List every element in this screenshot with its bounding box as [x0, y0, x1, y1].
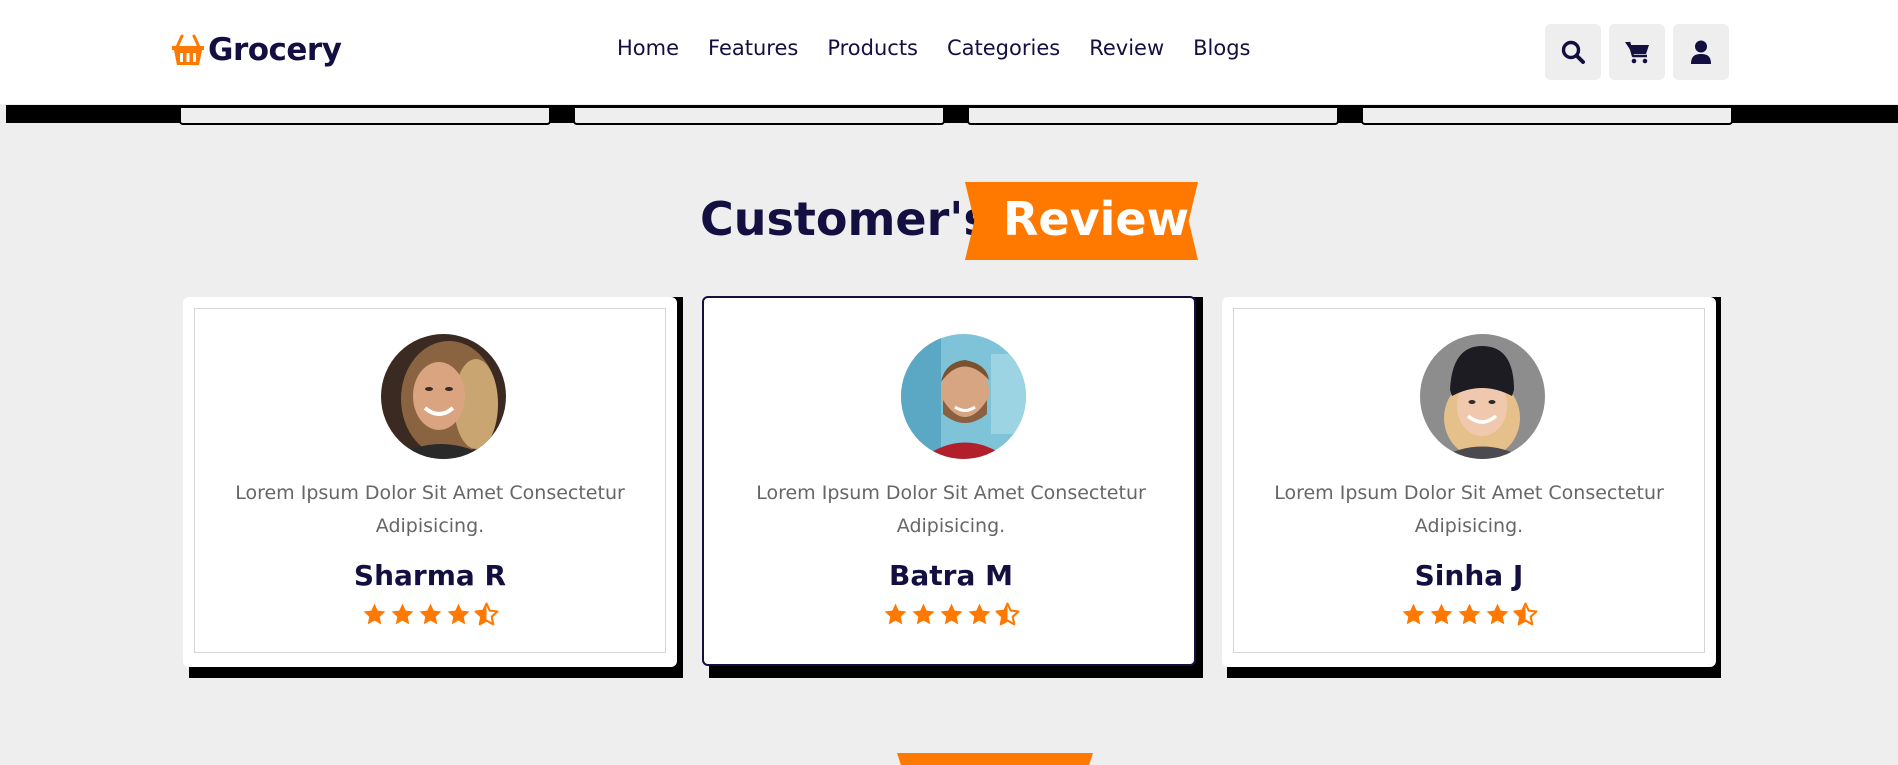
user-button[interactable]	[1673, 24, 1729, 80]
heading-highlight: Review	[1003, 192, 1190, 246]
card-border: Lorem Ipsum Dolor Sit Amet Consectetur A…	[194, 308, 666, 653]
review-text: Lorem Ipsum Dolor Sit Amet Consectetur A…	[235, 482, 625, 537]
nav-home[interactable]: Home	[617, 36, 679, 60]
reviewer-photo	[1420, 334, 1545, 459]
search-button[interactable]	[1545, 24, 1601, 80]
star-icon	[940, 603, 962, 625]
reviewer-photo	[901, 334, 1026, 459]
nav-features[interactable]: Features	[708, 36, 798, 60]
avatar	[381, 334, 506, 459]
card-border: Lorem Ipsum Dolor Sit Amet Consectetur A…	[1233, 308, 1705, 653]
cart-button[interactable]	[1609, 24, 1665, 80]
reviewer-name: Sharma R	[353, 559, 507, 592]
review-card: Lorem Ipsum Dolor Sit Amet Consectetur A…	[1222, 297, 1716, 667]
half-star-icon	[995, 602, 1019, 626]
rating-stars	[195, 602, 665, 627]
logo-link[interactable]: Grocery	[170, 32, 342, 68]
header: Grocery Home Features Products Categorie…	[0, 0, 1898, 104]
review-text: Lorem Ipsum Dolor Sit Amet Consectetur A…	[756, 482, 1146, 537]
review-card-active: Lorem Ipsum Dolor Sit Amet Consectetur A…	[702, 296, 1196, 666]
heading-text: Customer's	[700, 192, 991, 246]
nav-blogs[interactable]: Blogs	[1193, 36, 1250, 60]
review-text: Lorem Ipsum Dolor Sit Amet Consectetur A…	[1274, 482, 1664, 537]
half-star-icon	[474, 602, 498, 626]
cart-icon	[1625, 41, 1649, 64]
star-icon	[1458, 603, 1480, 625]
avatar	[901, 334, 1026, 459]
reviewer-name: Sinha J	[1414, 559, 1524, 592]
reviewer-name: Batra M	[889, 559, 1013, 592]
rating-stars	[715, 602, 1187, 627]
nav-products[interactable]: Products	[827, 36, 918, 60]
star-icon	[363, 603, 385, 625]
star-icon	[1430, 603, 1452, 625]
star-icon	[912, 603, 934, 625]
avatar	[1420, 334, 1545, 459]
star-icon	[884, 603, 906, 625]
previous-card-edge	[967, 108, 1339, 125]
card-border: Lorem Ipsum Dolor Sit Amet Consectetur A…	[715, 309, 1187, 654]
previous-card-edge	[573, 108, 945, 125]
nav-categories[interactable]: Categories	[947, 36, 1060, 60]
reviewer-photo	[381, 334, 506, 459]
header-icons	[1545, 24, 1729, 80]
review-card: Lorem Ipsum Dolor Sit Amet Consectetur A…	[183, 297, 677, 667]
rating-stars	[1234, 602, 1704, 627]
brand-name: Grocery	[208, 32, 342, 68]
previous-card-edge	[179, 108, 551, 125]
user-icon	[1691, 40, 1711, 64]
next-section-ribbon	[897, 753, 1093, 765]
star-icon	[968, 603, 990, 625]
search-icon	[1561, 40, 1585, 64]
main-nav: Home Features Products Categories Review…	[617, 36, 1251, 60]
star-icon	[1486, 603, 1508, 625]
star-icon	[1402, 603, 1424, 625]
nav-review[interactable]: Review	[1089, 36, 1164, 60]
half-star-icon	[1513, 602, 1537, 626]
basket-icon	[172, 34, 204, 65]
section-heading: Customer's Review	[0, 182, 1898, 260]
star-icon	[419, 603, 441, 625]
star-icon	[447, 603, 469, 625]
previous-card-edge	[1361, 108, 1733, 125]
star-icon	[391, 603, 413, 625]
